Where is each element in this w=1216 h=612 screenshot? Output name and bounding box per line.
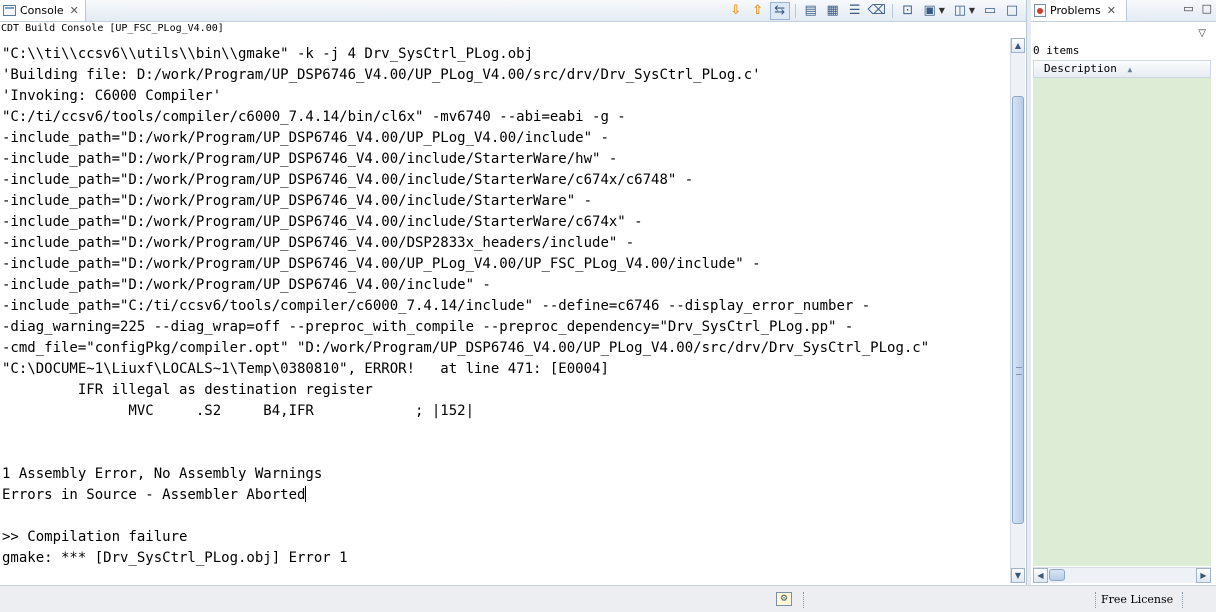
console-line: "C:\DOCUME~1\Liuxf\LOCALS~1\Temp\0380810… (2, 361, 609, 377)
console-toolbar: ⇩ ⇧ ⇆ ▤ ▦ ☰ ⌫ ⊡ ▣ ▼ ◫ ▼ ▭ □ (726, 1, 1022, 20)
console-output[interactable]: "C:\\ti\\ccsv6\\utils\\bin\\gmake" -k -j… (2, 44, 1006, 580)
console-line: -include_path="C:/ti/ccsv6/tools/compile… (2, 298, 871, 314)
status-separator (1182, 592, 1183, 608)
chevron-down-icon[interactable]: ▼ (969, 6, 975, 15)
pin-console-icon[interactable]: ⊡ (898, 2, 918, 20)
close-icon[interactable]: ✕ (70, 4, 79, 17)
console-line: -include_path="D:/work/Program/UP_DSP674… (2, 235, 635, 251)
display-selected-console-icon[interactable]: ▣ (920, 2, 940, 20)
text-cursor (305, 486, 307, 502)
console-view: Console ✕ ⇩ ⇧ ⇆ ▤ ▦ ☰ ⌫ ⊡ ▣ ▼ ◫ ▼ ▭ □ CD… (0, 0, 1027, 585)
console-line: 'Building file: D:/work/Program/UP_DSP67… (2, 67, 761, 83)
next-error-icon[interactable]: ⇩ (726, 2, 746, 20)
tab-console[interactable]: Console ✕ (0, 0, 86, 21)
license-label: Free License (1101, 593, 1174, 606)
console-line: gmake: *** [Drv_SysCtrl_PLog.obj] Error … (2, 550, 348, 566)
previous-error-icon[interactable]: ⇧ (748, 2, 768, 20)
problems-icon (1034, 4, 1046, 17)
items-count: 0 items (1033, 44, 1080, 57)
status-separator (803, 592, 804, 608)
view-menu-icon[interactable]: ▽ (1198, 28, 1206, 39)
console-line: Errors in Source - Assembler Aborted (2, 486, 307, 503)
console-line: -include_path="D:/work/Program/UP_DSP674… (2, 277, 491, 293)
open-console-icon[interactable]: ◫ (950, 2, 970, 20)
console-line: 'Invoking: C6000 Compiler' (2, 88, 222, 104)
scroll-left-icon[interactable]: ◀ (1033, 568, 1048, 583)
minimize-icon[interactable]: ▭ (980, 2, 1000, 20)
maximize-icon[interactable]: □ (1002, 2, 1022, 20)
console-line: -include_path="D:/work/Program/UP_DSP674… (2, 130, 609, 146)
scrollbar-thumb[interactable] (1049, 569, 1065, 581)
problems-tabbar: Problems ✕ ▭ □ (1031, 0, 1216, 22)
console-line: 1 Assembly Error, No Assembly Warnings (2, 466, 323, 482)
copy-build-log-icon[interactable]: ▤ (801, 2, 821, 20)
scroll-down-icon[interactable]: ▼ (1011, 568, 1025, 583)
problems-view: Problems ✕ ▭ □ ▽ 0 items Description ▲ ◀… (1031, 0, 1216, 585)
status-separator (1095, 592, 1096, 608)
console-line: -include_path="D:/work/Program/UP_DSP674… (2, 193, 593, 209)
scroll-up-icon[interactable]: ▲ (1011, 38, 1025, 53)
console-tabbar: Console ✕ ⇩ ⇧ ⇆ ▤ ▦ ☰ ⌫ ⊡ ▣ ▼ ◫ ▼ ▭ □ (0, 0, 1026, 22)
toolbar-separator (794, 3, 796, 18)
scroll-right-icon[interactable]: ▶ (1196, 568, 1211, 583)
problems-table[interactable] (1033, 78, 1211, 566)
chevron-down-icon[interactable]: ▼ (939, 6, 945, 15)
tab-problems-label: Problems (1050, 4, 1101, 17)
console-line: -include_path="D:/work/Program/UP_DSP674… (2, 256, 761, 272)
console-subtitle: CDT Build Console [UP_FSC_PLog_V4.00] (1, 23, 224, 34)
console-line: "C:/ti/ccsv6/tools/compiler/c6000_7.4.14… (2, 109, 626, 125)
close-icon[interactable]: ✕ (1107, 4, 1116, 17)
console-line: -include_path="D:/work/Program/UP_DSP674… (2, 214, 643, 230)
console-line: MVC .S2 B4,IFR ; |152| (2, 403, 475, 419)
console-line: -include_path="D:/work/Program/UP_DSP674… (2, 151, 618, 167)
console-line: -include_path="D:/work/Program/UP_DSP674… (2, 172, 694, 188)
console-icon (3, 5, 16, 16)
column-header-label: Description (1044, 62, 1117, 75)
status-bar: ⚙ Free License (0, 585, 1216, 612)
console-line: -cmd_file="configPkg/compiler.opt" "D:/w… (2, 340, 930, 356)
console-line: IFR illegal as destination register (2, 382, 373, 398)
toolbar-separator (891, 3, 893, 18)
tab-console-label: Console (20, 4, 64, 17)
vertical-scrollbar[interactable]: ▲ ▼ (1010, 38, 1025, 583)
save-log-icon[interactable]: ▦ (823, 2, 843, 20)
console-line: "C:\\ti\\ccsv6\\utils\\bin\\gmake" -k -j… (2, 46, 534, 62)
horizontal-scrollbar[interactable]: ◀ ▶ (1033, 567, 1211, 583)
problems-view-controls: ▭ □ (1183, 2, 1212, 15)
tab-problems[interactable]: Problems ✕ (1031, 0, 1127, 21)
clear-console-icon[interactable]: ⌫ (867, 2, 887, 20)
scroll-lock-icon[interactable]: ☰ (845, 2, 865, 20)
link-with-editor-icon[interactable]: ⇆ (769, 1, 790, 20)
console-line: >> Compilation failure (2, 529, 188, 545)
console-line: -diag_warning=225 --diag_wrap=off --prep… (2, 319, 854, 335)
minimize-icon[interactable]: ▭ (1183, 2, 1193, 15)
build-status-icon[interactable]: ⚙ (776, 592, 792, 606)
maximize-icon[interactable]: □ (1202, 2, 1212, 15)
scrollbar-thumb[interactable] (1012, 96, 1024, 524)
column-header-description[interactable]: Description ▲ (1033, 60, 1211, 78)
ide-window: Console ✕ ⇩ ⇧ ⇆ ▤ ▦ ☰ ⌫ ⊡ ▣ ▼ ◫ ▼ ▭ □ CD… (0, 0, 1216, 612)
sort-ascending-icon: ▲ (1127, 65, 1133, 74)
